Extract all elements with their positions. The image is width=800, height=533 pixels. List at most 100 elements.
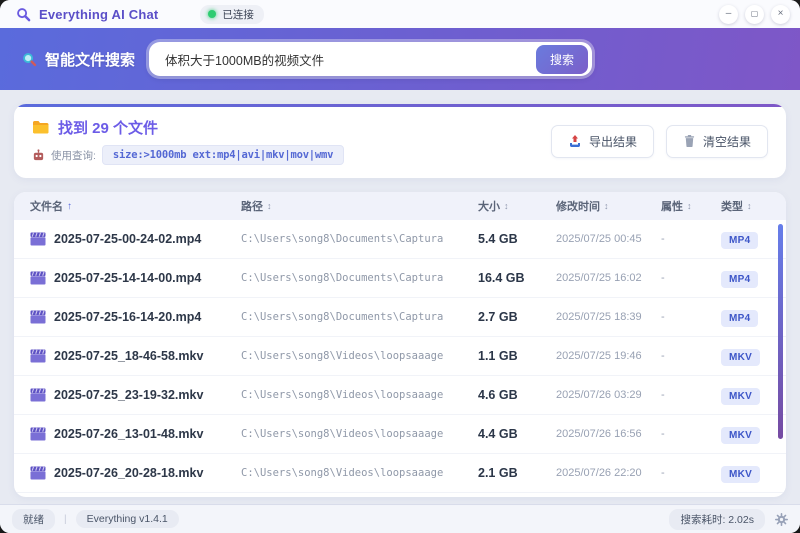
file-modified: 2025/07/26 03:29 [556,389,642,401]
file-attributes: - [661,233,665,245]
table-row[interactable]: 2025-07-25-14-14-00.mp4 C:\Users\song8\D… [14,259,786,298]
file-size: 1.1 GB [478,349,518,363]
sort-icon: ↕ [504,201,509,211]
file-attributes: - [661,350,665,362]
table-row[interactable]: 2025-07-25_23-19-32.mkv C:\Users\song8\V… [14,376,786,415]
file-attributes: - [661,467,665,479]
result-actions: 导出结果 清空结果 [550,124,768,158]
file-path: C:\Users\song8\Documents\Captura [241,233,444,245]
file-name: 2025-07-25-00-24-02.mp4 [54,232,202,246]
sort-icon: ↕ [267,201,272,211]
file-type-badge: MKV [721,465,761,483]
file-name: 2025-07-26_20-28-18.mkv [54,466,204,480]
file-attributes: - [661,428,665,440]
video-file-icon [30,349,46,363]
file-path: C:\Users\song8\Videos\loopsaaage [241,350,444,362]
column-header[interactable]: 属性 ↕ [645,198,705,214]
query-used-label: 使用查询: [51,149,96,162]
column-header[interactable]: 类型 ↕ [705,198,786,214]
video-file-icon [30,466,46,480]
file-type-badge: MP4 [721,309,759,327]
column-header[interactable]: 修改时间 ↕ [540,198,645,214]
connection-status-label: 已连接 [222,8,254,21]
table-scrollbar[interactable] [778,224,783,439]
search-time-badge: 搜索耗时: 2.02s [669,508,765,530]
file-name: 2025-07-26_13-01-48.mkv [54,427,204,441]
video-file-icon [30,427,46,441]
file-size: 16.4 GB [478,271,525,285]
export-results-button[interactable]: 导出结果 [550,124,654,158]
column-label: 大小 [478,201,500,213]
file-type-badge: MP4 [721,270,759,288]
video-file-icon [30,310,46,324]
settings-gear-icon[interactable] [775,512,788,526]
sort-icon: ↑ [67,200,72,212]
window-controls: – ▢ × [719,4,790,24]
search-box: 搜索 [149,42,593,76]
search-button[interactable]: 搜索 [536,44,589,74]
app-window: Everything AI Chat 已连接 – ▢ × 智能文件搜索 搜索 [0,0,800,533]
file-path: C:\Users\song8\Videos\loopsaaage [241,428,444,440]
maximize-button[interactable]: ▢ [745,4,764,24]
found-count-text: 找到 29 个文件 [58,120,159,137]
file-name: 2025-07-25_18-46-58.mkv [54,349,204,363]
sort-icon: ↕ [604,201,609,211]
query-string-chip: size:>1000mb ext:mp4|avi|mkv|mov|wmv [101,145,345,165]
search-section-label-group: 智能文件搜索 [22,49,135,70]
statusbar: 就绪 | Everything v1.4.1 搜索耗时: 2.02s [0,504,800,533]
minimize-button[interactable]: – [719,4,738,24]
table-row[interactable]: 2025-07-25_18-46-58.mkv C:\Users\song8\V… [14,337,786,376]
sort-icon: ↕ [687,201,692,211]
file-modified: 2025/07/25 16:02 [556,272,642,284]
file-path: C:\Users\song8\Videos\loopsaaage [241,389,444,401]
connection-dot-icon [208,10,217,18]
file-name: 2025-07-25-16-14-20.mp4 [54,310,202,324]
file-attributes: - [661,311,665,323]
table-row[interactable]: 2025-07-25-00-24-02.mp4 C:\Users\song8\D… [14,220,786,259]
file-modified: 2025/07/26 22:20 [556,467,642,479]
file-path: C:\Users\song8\Videos\loopsaaage [241,467,444,479]
file-type-badge: MP4 [721,231,759,249]
file-size: 4.4 GB [478,427,518,441]
column-label: 路径 [241,201,263,213]
video-file-icon [30,388,46,402]
table-row[interactable]: 2025-07-26_13-01-48.mkv C:\Users\song8\V… [14,415,786,454]
file-path: C:\Users\song8\Documents\Captura [241,311,444,323]
table-header-row: 文件名 ↑ 路径 ↕ 大小 ↕ 修改时间 ↕ 属性 ↕ 类型 ↕ [14,192,786,220]
status-separator: | [64,513,67,525]
search-section-label: 智能文件搜索 [45,51,136,69]
everything-version-badge: Everything v1.4.1 [75,510,179,528]
file-path: C:\Users\song8\Documents\Captura [241,272,444,284]
close-button[interactable]: × [771,4,790,24]
results-info: 找到 29 个文件 使用查询: size:>1000mb ext:mp4|avi… [32,117,345,165]
trash-icon [683,134,696,148]
search-input[interactable] [163,51,536,67]
file-type-badge: MKV [721,426,761,444]
main-area: 找到 29 个文件 使用查询: size:>1000mb ext:mp4|avi… [0,90,800,504]
file-size: 5.4 GB [478,232,518,246]
table-row[interactable]: 2025-07-26_20-28-18.mkv C:\Users\song8\V… [14,454,786,493]
search-section-icon [22,52,37,67]
folder-icon [32,120,50,135]
file-name: 2025-07-25-14-14-00.mp4 [54,271,202,285]
table-row[interactable]: 2025-07-25-16-14-20.mp4 C:\Users\song8\D… [14,298,786,337]
robot-icon [32,148,45,162]
clear-results-button[interactable]: 清空结果 [665,124,768,158]
column-label: 修改时间 [556,201,600,213]
file-modified: 2025/07/26 16:56 [556,428,642,440]
column-header[interactable]: 文件名 ↑ [14,198,225,214]
file-size: 2.7 GB [478,310,518,324]
connection-status-badge: 已连接 [200,4,264,24]
file-name: 2025-07-25_23-19-32.mkv [54,388,204,402]
export-results-label: 导出结果 [588,134,637,149]
column-header[interactable]: 路径 ↕ [225,198,462,214]
video-file-icon [30,271,46,285]
file-modified: 2025/07/25 18:39 [556,311,642,323]
file-size: 4.6 GB [478,388,518,402]
file-size: 2.1 GB [478,466,518,480]
search-header: 智能文件搜索 搜索 [0,28,800,90]
titlebar: Everything AI Chat 已连接 – ▢ × [0,0,800,28]
export-icon [568,134,582,148]
column-header[interactable]: 大小 ↕ [462,198,540,214]
app-title: Everything AI Chat [39,6,159,22]
